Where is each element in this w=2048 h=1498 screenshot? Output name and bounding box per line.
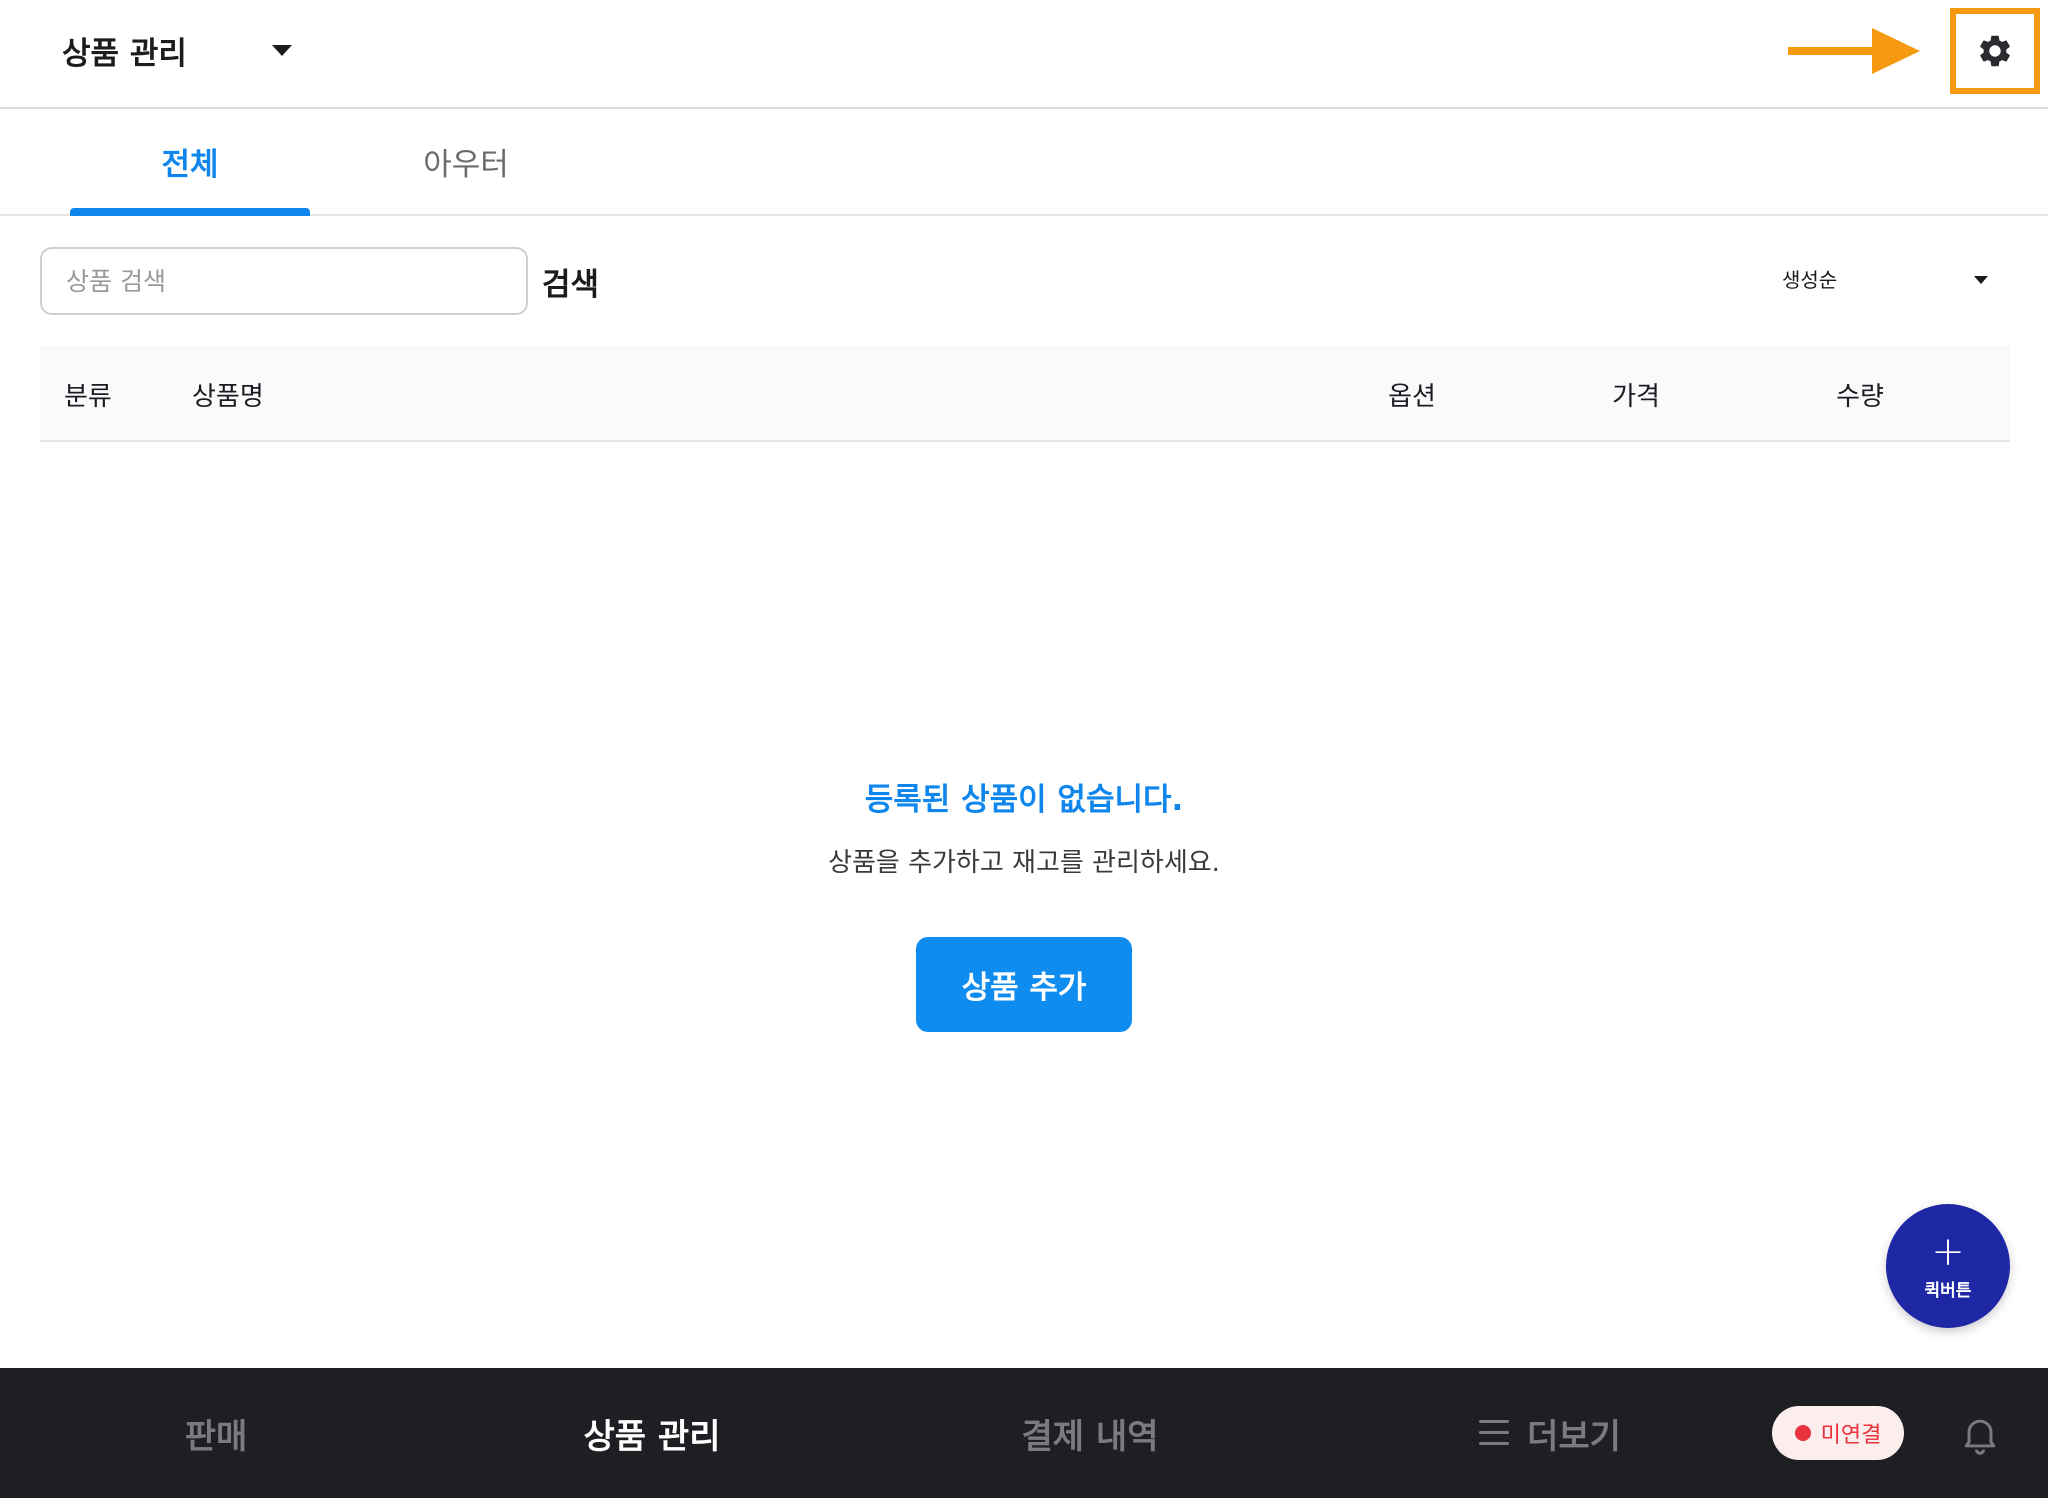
bell-icon[interactable] bbox=[1958, 1412, 2002, 1456]
column-header-quantity: 수량 bbox=[1836, 381, 1884, 412]
nav-item-more[interactable]: 더보기 bbox=[1440, 1368, 1660, 1498]
sort-select[interactable]: 생성순 bbox=[1782, 256, 1988, 302]
status-dot-icon bbox=[1794, 1425, 1811, 1441]
quick-button-label: 퀵버튼 bbox=[1924, 1280, 1972, 1301]
active-tab-indicator bbox=[70, 208, 310, 216]
nav-item-payment-history[interactable]: 결제 내역 bbox=[1000, 1368, 1180, 1498]
nav-item-more-label: 더보기 bbox=[1527, 1416, 1621, 1457]
app-root: 상품 관리 전체 아우터 검색 생성순 분류 상품명 옵션 가격 수량 등록된 … bbox=[0, 0, 2048, 1498]
column-header-name: 상품명 bbox=[192, 381, 264, 412]
empty-state-title: 등록된 상품이 없습니다. bbox=[864, 782, 1184, 818]
page-title: 상품 관리 bbox=[62, 35, 187, 72]
search-input[interactable] bbox=[40, 247, 528, 315]
page-selector[interactable]: 상품 관리 bbox=[62, 24, 187, 76]
tab-outer[interactable]: 아우터 bbox=[346, 109, 586, 214]
plus-icon: + bbox=[1931, 1228, 1965, 1275]
tab-all[interactable]: 전체 bbox=[70, 109, 310, 214]
category-tabs: 전체 아우터 bbox=[0, 109, 2048, 216]
gear-icon bbox=[1980, 35, 2010, 67]
settings-button[interactable] bbox=[1950, 8, 2040, 94]
search-button[interactable]: 검색 bbox=[542, 256, 599, 306]
column-header-category: 분류 bbox=[64, 381, 112, 412]
nav-item-sale[interactable]: 판매 bbox=[116, 1368, 316, 1498]
menu-icon bbox=[1479, 1420, 1510, 1446]
quick-button[interactable]: + 퀵버튼 bbox=[1886, 1204, 2010, 1328]
add-product-button[interactable]: 상품 추가 bbox=[916, 937, 1132, 1032]
connection-status-badge[interactable]: 미연결 bbox=[1772, 1406, 1904, 1460]
chevron-down-icon bbox=[1974, 276, 1988, 284]
sort-selected-value: 생성순 bbox=[1782, 268, 1838, 292]
column-header-option: 옵션 bbox=[1388, 381, 1436, 412]
connection-status-text: 미연결 bbox=[1820, 1423, 1882, 1448]
annotation-arrow-icon bbox=[1788, 28, 1920, 74]
bottom-navigation: 판매 상품 관리 결제 내역 더보기 bbox=[0, 1368, 2048, 1498]
empty-state-description: 상품을 추가하고 재고를 관리하세요. bbox=[828, 848, 1220, 878]
table-header: 분류 상품명 옵션 가격 수량 bbox=[40, 346, 2010, 442]
nav-item-product-management[interactable]: 상품 관리 bbox=[552, 1368, 752, 1498]
top-header: 상품 관리 bbox=[0, 0, 2048, 109]
chevron-down-icon[interactable] bbox=[272, 45, 292, 56]
column-header-price: 가격 bbox=[1612, 381, 1660, 412]
